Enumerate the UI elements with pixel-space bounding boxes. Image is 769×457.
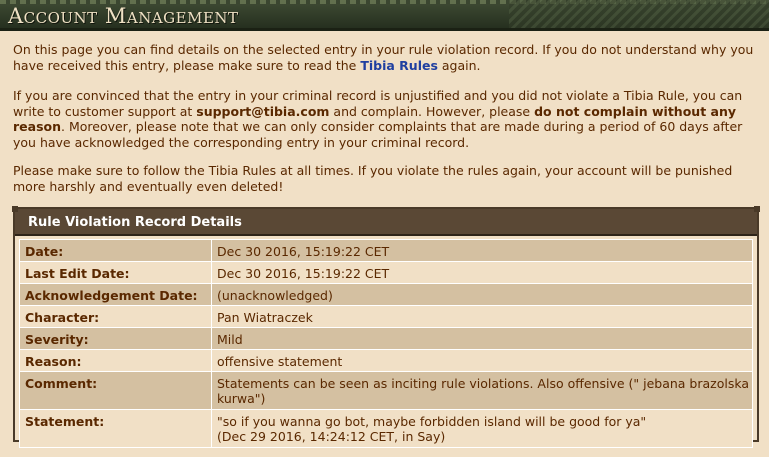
table-title: Rule Violation Record Details xyxy=(15,209,757,236)
row-value: Pan Wiatraczek xyxy=(217,310,313,325)
row-label: Last Edit Date: xyxy=(20,262,212,283)
row-value: Dec 30 2016, 15:19:22 CET xyxy=(217,266,390,281)
table-row-statement: Statement: "so if you wanna go bot, mayb… xyxy=(20,409,752,447)
page-header: Account Management xyxy=(0,0,769,31)
page-title: Account Management xyxy=(8,4,239,28)
row-value: Statements can be seen as inciting rule … xyxy=(217,376,750,406)
header-ornament xyxy=(509,0,769,28)
intro-paragraph-2: If you are convinced that the entry in y… xyxy=(13,88,758,150)
table-row-acknowledgement-date: Acknowledgement Date: (unacknowledged) xyxy=(20,283,752,305)
row-label: Date: xyxy=(20,240,212,261)
row-label: Reason: xyxy=(20,350,212,371)
row-label: Acknowledgement Date: xyxy=(20,284,212,305)
statement-text: "so if you wanna go bot, maybe forbidden… xyxy=(217,414,647,429)
row-label: Comment: xyxy=(20,372,212,409)
table-row-date: Date: Dec 30 2016, 15:19:22 CET xyxy=(20,240,752,261)
table-row-character: Character: Pan Wiatraczek xyxy=(20,305,752,327)
row-value: Dec 30 2016, 15:19:22 CET xyxy=(217,244,390,259)
row-label: Severity: xyxy=(20,328,212,349)
support-email: support@tibia.com xyxy=(196,103,330,119)
table-row-last-edit-date: Last Edit Date: Dec 30 2016, 15:19:22 CE… xyxy=(20,261,752,283)
table-row-severity: Severity: Mild xyxy=(20,327,752,349)
row-value: "so if you wanna go bot, maybe forbidden… xyxy=(212,410,646,447)
intro-text-end: again. xyxy=(437,57,481,73)
tibia-rules-link[interactable]: Tibia Rules xyxy=(360,58,438,73)
row-value: Mild xyxy=(217,332,243,347)
row-value: offensive statement xyxy=(217,354,343,369)
row-label: Statement: xyxy=(20,410,212,447)
complaint-text-3: . Moreover, please note that we can only… xyxy=(13,119,743,150)
table-row-reason: Reason: offensive statement xyxy=(20,349,752,371)
intro-paragraph-1: On this page you can find details on the… xyxy=(13,42,758,73)
rule-violation-record-table: Rule Violation Record Details Date: Dec … xyxy=(12,206,760,448)
table-row-comment: Comment: Statements can be seen as incit… xyxy=(20,371,752,409)
statement-meta: (Dec 29 2016, 14:24:12 CET, in Say) xyxy=(217,429,446,444)
intro-paragraph-3: Please make sure to follow the Tibia Rul… xyxy=(13,163,733,194)
row-label: Character: xyxy=(20,306,212,327)
complaint-text-2: and complain. However, please xyxy=(329,103,535,119)
record-rows: Date: Dec 30 2016, 15:19:22 CET Last Edi… xyxy=(19,239,753,448)
row-value: (unacknowledged) xyxy=(217,288,333,303)
